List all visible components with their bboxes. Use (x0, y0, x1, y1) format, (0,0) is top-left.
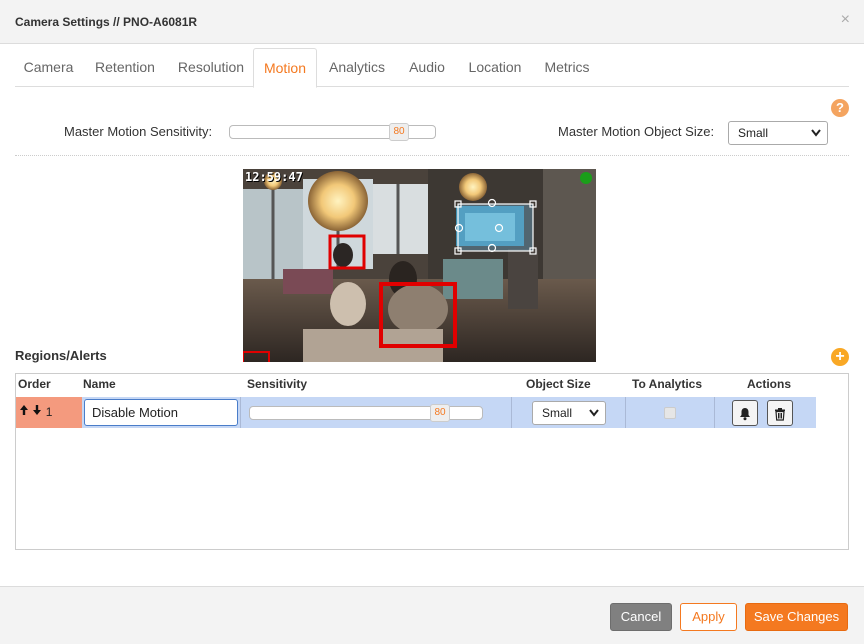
column-separator (511, 397, 512, 428)
tab-camera[interactable]: Camera (15, 48, 82, 87)
region-name-input[interactable]: Disable Motion (84, 399, 238, 426)
arrow-up-icon[interactable] (19, 397, 29, 428)
divider (15, 155, 849, 156)
slider-thumb[interactable]: 80 (430, 404, 450, 422)
bell-icon (738, 405, 752, 420)
column-separator (625, 397, 626, 428)
table-row[interactable]: 1 Disable Motion 80 Small (16, 397, 816, 428)
dialog-footer: Cancel Apply Save Changes (0, 586, 864, 644)
master-object-size-select[interactable]: Small (728, 121, 828, 145)
camera-timestamp: 12:59:47 (245, 170, 303, 184)
apply-button[interactable]: Apply (680, 603, 737, 631)
add-region-icon[interactable]: + (831, 348, 849, 366)
regions-title: Regions/Alerts (15, 348, 107, 363)
trash-icon (773, 405, 787, 421)
tab-location[interactable]: Location (462, 48, 528, 87)
tab-analytics[interactable]: Analytics (321, 48, 393, 87)
delete-region-button[interactable] (767, 400, 793, 426)
column-separator (714, 397, 715, 428)
region-sensitivity-slider[interactable]: 80 (249, 404, 483, 422)
tab-metrics[interactable]: Metrics (539, 48, 595, 87)
tab-audio[interactable]: Audio (402, 48, 452, 87)
cancel-button[interactable]: Cancel (610, 603, 672, 631)
camera-preview[interactable]: 12:59:47 (243, 169, 596, 362)
master-sensitivity-slider[interactable]: 80 (229, 123, 436, 141)
alert-bell-button[interactable] (732, 400, 758, 426)
save-changes-button[interactable]: Save Changes (745, 603, 848, 631)
slider-thumb[interactable]: 80 (389, 123, 409, 141)
column-header-object-size: Object Size (526, 377, 591, 391)
help-icon[interactable]: ? (831, 99, 849, 117)
column-header-to-analytics: To Analytics (632, 377, 703, 391)
dialog-title: Camera Settings // PNO-A6081R (15, 15, 198, 29)
tab-motion[interactable]: Motion (253, 48, 317, 88)
arrow-down-icon[interactable] (32, 397, 42, 428)
select-value: Small (542, 406, 573, 420)
column-header-sensitivity: Sensitivity (247, 377, 308, 391)
master-object-size-label: Master Motion Object Size: (558, 124, 715, 139)
column-header-order: Order (18, 377, 51, 391)
chevron-down-icon (810, 122, 822, 152)
column-header-actions: Actions (747, 377, 792, 391)
close-icon[interactable]: × (841, 11, 850, 29)
select-value: Small (738, 126, 769, 140)
chevron-down-icon (588, 402, 600, 432)
dialog-header: Camera Settings // PNO-A6081R × (0, 0, 864, 44)
tab-retention[interactable]: Retention (83, 48, 167, 87)
to-analytics-checkbox[interactable] (664, 407, 676, 419)
column-separator (240, 397, 241, 428)
order-number: 1 (45, 405, 53, 419)
region-object-size-select[interactable]: Small (532, 401, 606, 425)
regions-table: Order Name Sensitivity Object Size To An… (15, 373, 849, 550)
master-sensitivity-label: Master Motion Sensitivity: (64, 124, 213, 139)
tab-bar: Camera Retention Resolution Motion Analy… (15, 48, 849, 88)
tab-resolution[interactable]: Resolution (169, 48, 253, 87)
camera-image (243, 169, 596, 362)
order-cell: 1 (16, 397, 82, 428)
column-header-name: Name (83, 377, 116, 391)
